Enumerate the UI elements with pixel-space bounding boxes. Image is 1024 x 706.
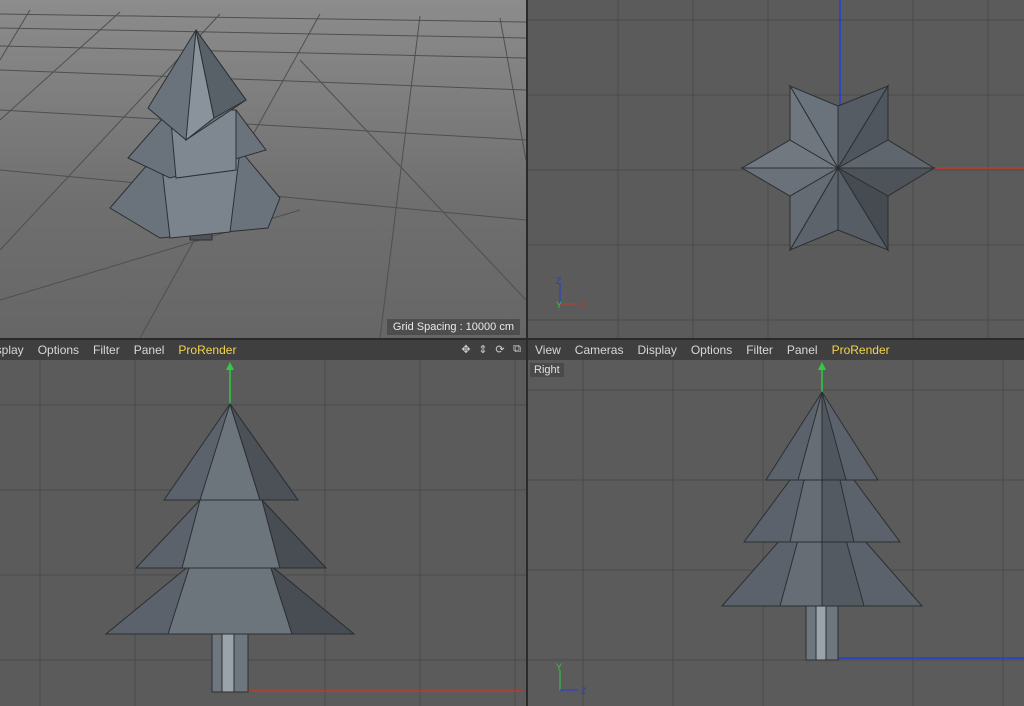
menu-prorender[interactable]: ProRender <box>171 343 243 357</box>
menu-view[interactable]: View <box>528 343 568 357</box>
x-axis-label: X <box>581 300 587 310</box>
y-axis-label: Y <box>556 662 562 672</box>
z-axis-label: Z <box>556 276 562 286</box>
perspective-grid <box>0 9 526 338</box>
tree-mesh-perspective <box>109 29 281 241</box>
menu-options[interactable]: Options <box>31 343 86 357</box>
top-grid: Z Y X <box>528 0 1024 338</box>
z-axis-label: Z <box>581 686 587 696</box>
menu-display[interactable]: isplay <box>0 343 31 357</box>
axis-gizmo-top: Z Y X <box>556 276 587 310</box>
maximize-view-icon[interactable]: ⧉ <box>510 342 524 356</box>
menu-options[interactable]: Options <box>684 343 739 357</box>
move-view-icon[interactable]: ✥ <box>459 342 473 356</box>
menu-prorender[interactable]: ProRender <box>825 343 897 357</box>
tree-mesh-right <box>720 391 924 661</box>
right-viewport[interactable]: Y Z Right <box>528 360 1024 706</box>
axis-gizmo-right: Y Z <box>556 662 587 696</box>
front-viewport[interactable] <box>0 360 526 706</box>
rotate-view-icon[interactable]: ⟳ <box>493 342 507 356</box>
tree-mesh-front <box>104 402 356 693</box>
star-mesh-top <box>740 84 936 252</box>
perspective-viewport[interactable]: Grid Spacing : 10000 cm <box>0 0 526 338</box>
front-viewport-menubar: isplay Options Filter Panel ProRender ✥ … <box>0 340 526 360</box>
menu-filter[interactable]: Filter <box>739 343 780 357</box>
viewport-nav-icons: ✥ ⇕ ⟳ ⧉ <box>459 342 524 356</box>
grid-spacing-label: Grid Spacing : 10000 cm <box>386 319 520 335</box>
right-viewport-menubar: View Cameras Display Options Filter Pane… <box>528 340 1024 360</box>
menu-display[interactable]: Display <box>630 343 683 357</box>
menu-cameras[interactable]: Cameras <box>568 343 631 357</box>
dolly-icon[interactable]: ⇕ <box>476 342 490 356</box>
right-grid: Y Z <box>528 360 1024 706</box>
menu-filter[interactable]: Filter <box>86 343 127 357</box>
menu-panel[interactable]: Panel <box>780 343 825 357</box>
menu-panel[interactable]: Panel <box>127 343 172 357</box>
front-grid <box>0 360 526 706</box>
y-axis-label: Y <box>556 300 562 310</box>
view-name-label: Right <box>530 363 564 377</box>
top-viewport[interactable]: Z Y X <box>528 0 1024 338</box>
